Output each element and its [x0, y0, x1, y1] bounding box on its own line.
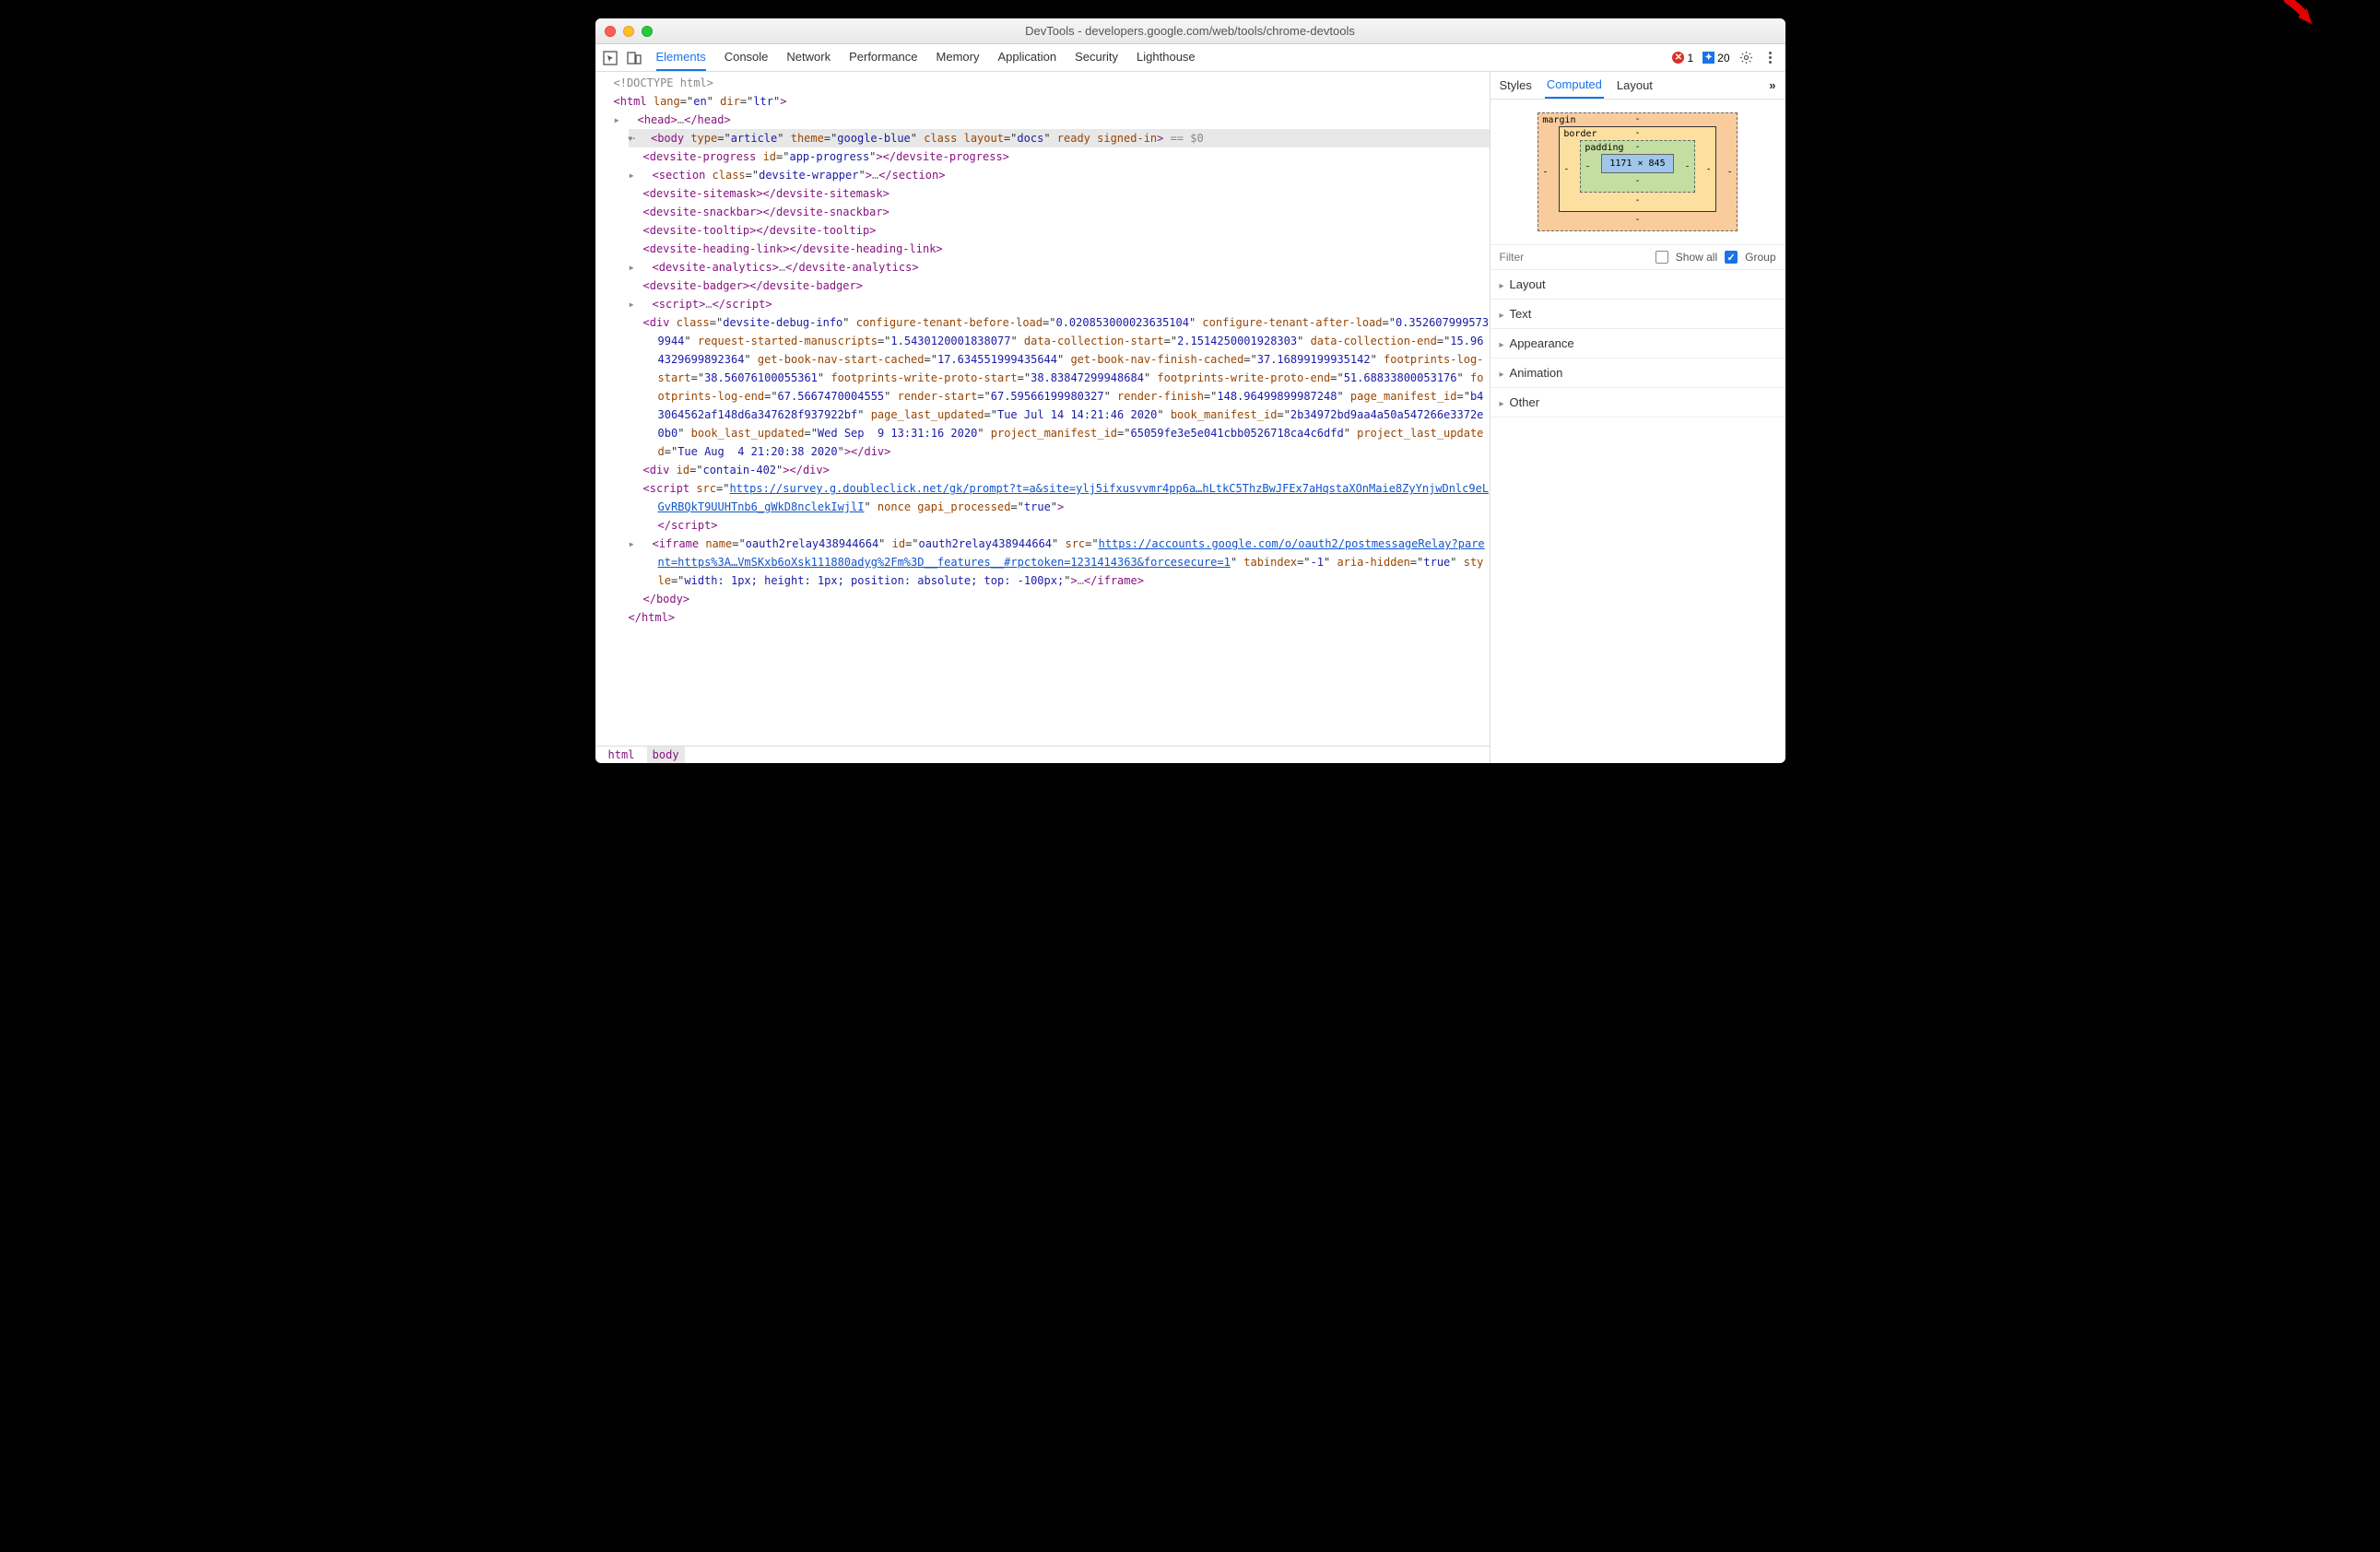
- tab-lighthouse[interactable]: Lighthouse: [1137, 44, 1196, 71]
- dom-iframe[interactable]: ▸<iframe name="oauth2relay438944664" id=…: [643, 535, 1490, 590]
- window-title: DevTools - developers.google.com/web/too…: [595, 24, 1785, 38]
- dom-body-selected[interactable]: ⋯ ▾<body type="article" theme="google-bl…: [629, 129, 1490, 147]
- dom-progress[interactable]: <devsite-progress id="app-progress"></de…: [643, 147, 1490, 166]
- tab-security[interactable]: Security: [1075, 44, 1118, 71]
- stab-more[interactable]: »: [1767, 73, 1777, 98]
- dom-survey-script[interactable]: <script src="https://survey.g.doubleclic…: [643, 479, 1490, 535]
- filter-input[interactable]: [1500, 251, 1648, 264]
- filter-bar: Show all ✓ Group: [1490, 244, 1785, 270]
- titlebar: DevTools - developers.google.com/web/too…: [595, 18, 1785, 44]
- main-toolbar: Elements Console Network Performance Mem…: [595, 44, 1785, 72]
- show-all-checkbox[interactable]: [1655, 251, 1668, 264]
- section-animation[interactable]: Animation: [1490, 359, 1785, 388]
- tab-memory[interactable]: Memory: [937, 44, 980, 71]
- tab-performance[interactable]: Performance: [849, 44, 917, 71]
- bm-border-label: border: [1563, 129, 1596, 139]
- stab-computed[interactable]: Computed: [1545, 72, 1604, 99]
- inspect-icon[interactable]: [603, 51, 618, 65]
- bm-padding-label: padding: [1585, 143, 1623, 153]
- sidebar-panel: Styles Computed Layout » margin - - - bo…: [1490, 72, 1785, 763]
- section-text[interactable]: Text: [1490, 300, 1785, 329]
- group-label: Group: [1745, 251, 1775, 264]
- stab-layout[interactable]: Layout: [1615, 73, 1655, 98]
- close-icon[interactable]: [605, 26, 616, 37]
- dom-badger[interactable]: <devsite-badger></devsite-badger>: [643, 276, 1490, 295]
- bm-margin-label: margin: [1542, 115, 1575, 125]
- message-count: 20: [1717, 52, 1729, 65]
- computed-sections: Layout Text Appearance Animation Other: [1490, 270, 1785, 763]
- dom-debug-div[interactable]: <div class="devsite-debug-info" configur…: [643, 313, 1490, 461]
- dom-snackbar[interactable]: <devsite-snackbar></devsite-snackbar>: [643, 203, 1490, 221]
- tab-application[interactable]: Application: [997, 44, 1056, 71]
- section-appearance[interactable]: Appearance: [1490, 329, 1785, 359]
- dom-contain[interactable]: <div id="contain-402"></div>: [643, 461, 1490, 479]
- dom-tooltip[interactable]: <devsite-tooltip></devsite-tooltip>: [643, 221, 1490, 240]
- crumb-html[interactable]: html: [603, 747, 641, 763]
- stab-styles[interactable]: Styles: [1498, 73, 1534, 98]
- dom-body-close[interactable]: </body>: [643, 590, 1490, 608]
- dom-section[interactable]: ▸<section class="devsite-wrapper">…</sec…: [643, 166, 1490, 184]
- section-layout[interactable]: Layout: [1490, 270, 1785, 300]
- dom-script1[interactable]: ▸<script>…</script>: [643, 295, 1490, 313]
- device-icon[interactable]: [627, 51, 642, 65]
- crumb-body[interactable]: body: [647, 747, 685, 763]
- elements-panel: <!DOCTYPE html> <html lang="en" dir="ltr…: [595, 72, 1490, 763]
- error-count: 1: [1687, 52, 1693, 65]
- tab-console[interactable]: Console: [725, 44, 769, 71]
- section-other[interactable]: Other: [1490, 388, 1785, 417]
- error-counter[interactable]: ✕1: [1672, 52, 1693, 65]
- panel-tabs: Elements Console Network Performance Mem…: [656, 44, 1673, 71]
- bm-content-size: 1171 × 845: [1601, 154, 1673, 173]
- minimize-icon[interactable]: [623, 26, 634, 37]
- dom-heading-link[interactable]: <devsite-heading-link></devsite-heading-…: [643, 240, 1490, 258]
- devtools-window: DevTools - developers.google.com/web/too…: [595, 18, 1785, 763]
- group-checkbox[interactable]: ✓: [1725, 251, 1738, 264]
- dom-html-close[interactable]: </html>: [629, 608, 1490, 627]
- dom-sitemask[interactable]: <devsite-sitemask></devsite-sitemask>: [643, 184, 1490, 203]
- sidebar-tabs: Styles Computed Layout »: [1490, 72, 1785, 100]
- tab-elements[interactable]: Elements: [656, 44, 706, 71]
- dom-html-open[interactable]: <html lang="en" dir="ltr">: [614, 92, 1490, 111]
- box-model[interactable]: margin - - - border - - - padding -: [1490, 100, 1785, 244]
- tab-network[interactable]: Network: [786, 44, 831, 71]
- dom-analytics[interactable]: ▸<devsite-analytics>…</devsite-analytics…: [643, 258, 1490, 276]
- dom-doctype[interactable]: <!DOCTYPE html>: [614, 74, 1490, 92]
- dom-tree[interactable]: <!DOCTYPE html> <html lang="en" dir="ltr…: [595, 72, 1490, 746]
- message-counter[interactable]: ✦20: [1703, 52, 1729, 65]
- zoom-icon[interactable]: [642, 26, 653, 37]
- dom-head[interactable]: ▸<head>…</head>: [629, 111, 1490, 129]
- traffic-lights: [605, 26, 653, 37]
- breadcrumbs: html body: [595, 746, 1490, 763]
- show-all-label: Show all: [1676, 251, 1717, 264]
- more-icon[interactable]: [1763, 51, 1778, 65]
- settings-icon[interactable]: [1739, 51, 1754, 65]
